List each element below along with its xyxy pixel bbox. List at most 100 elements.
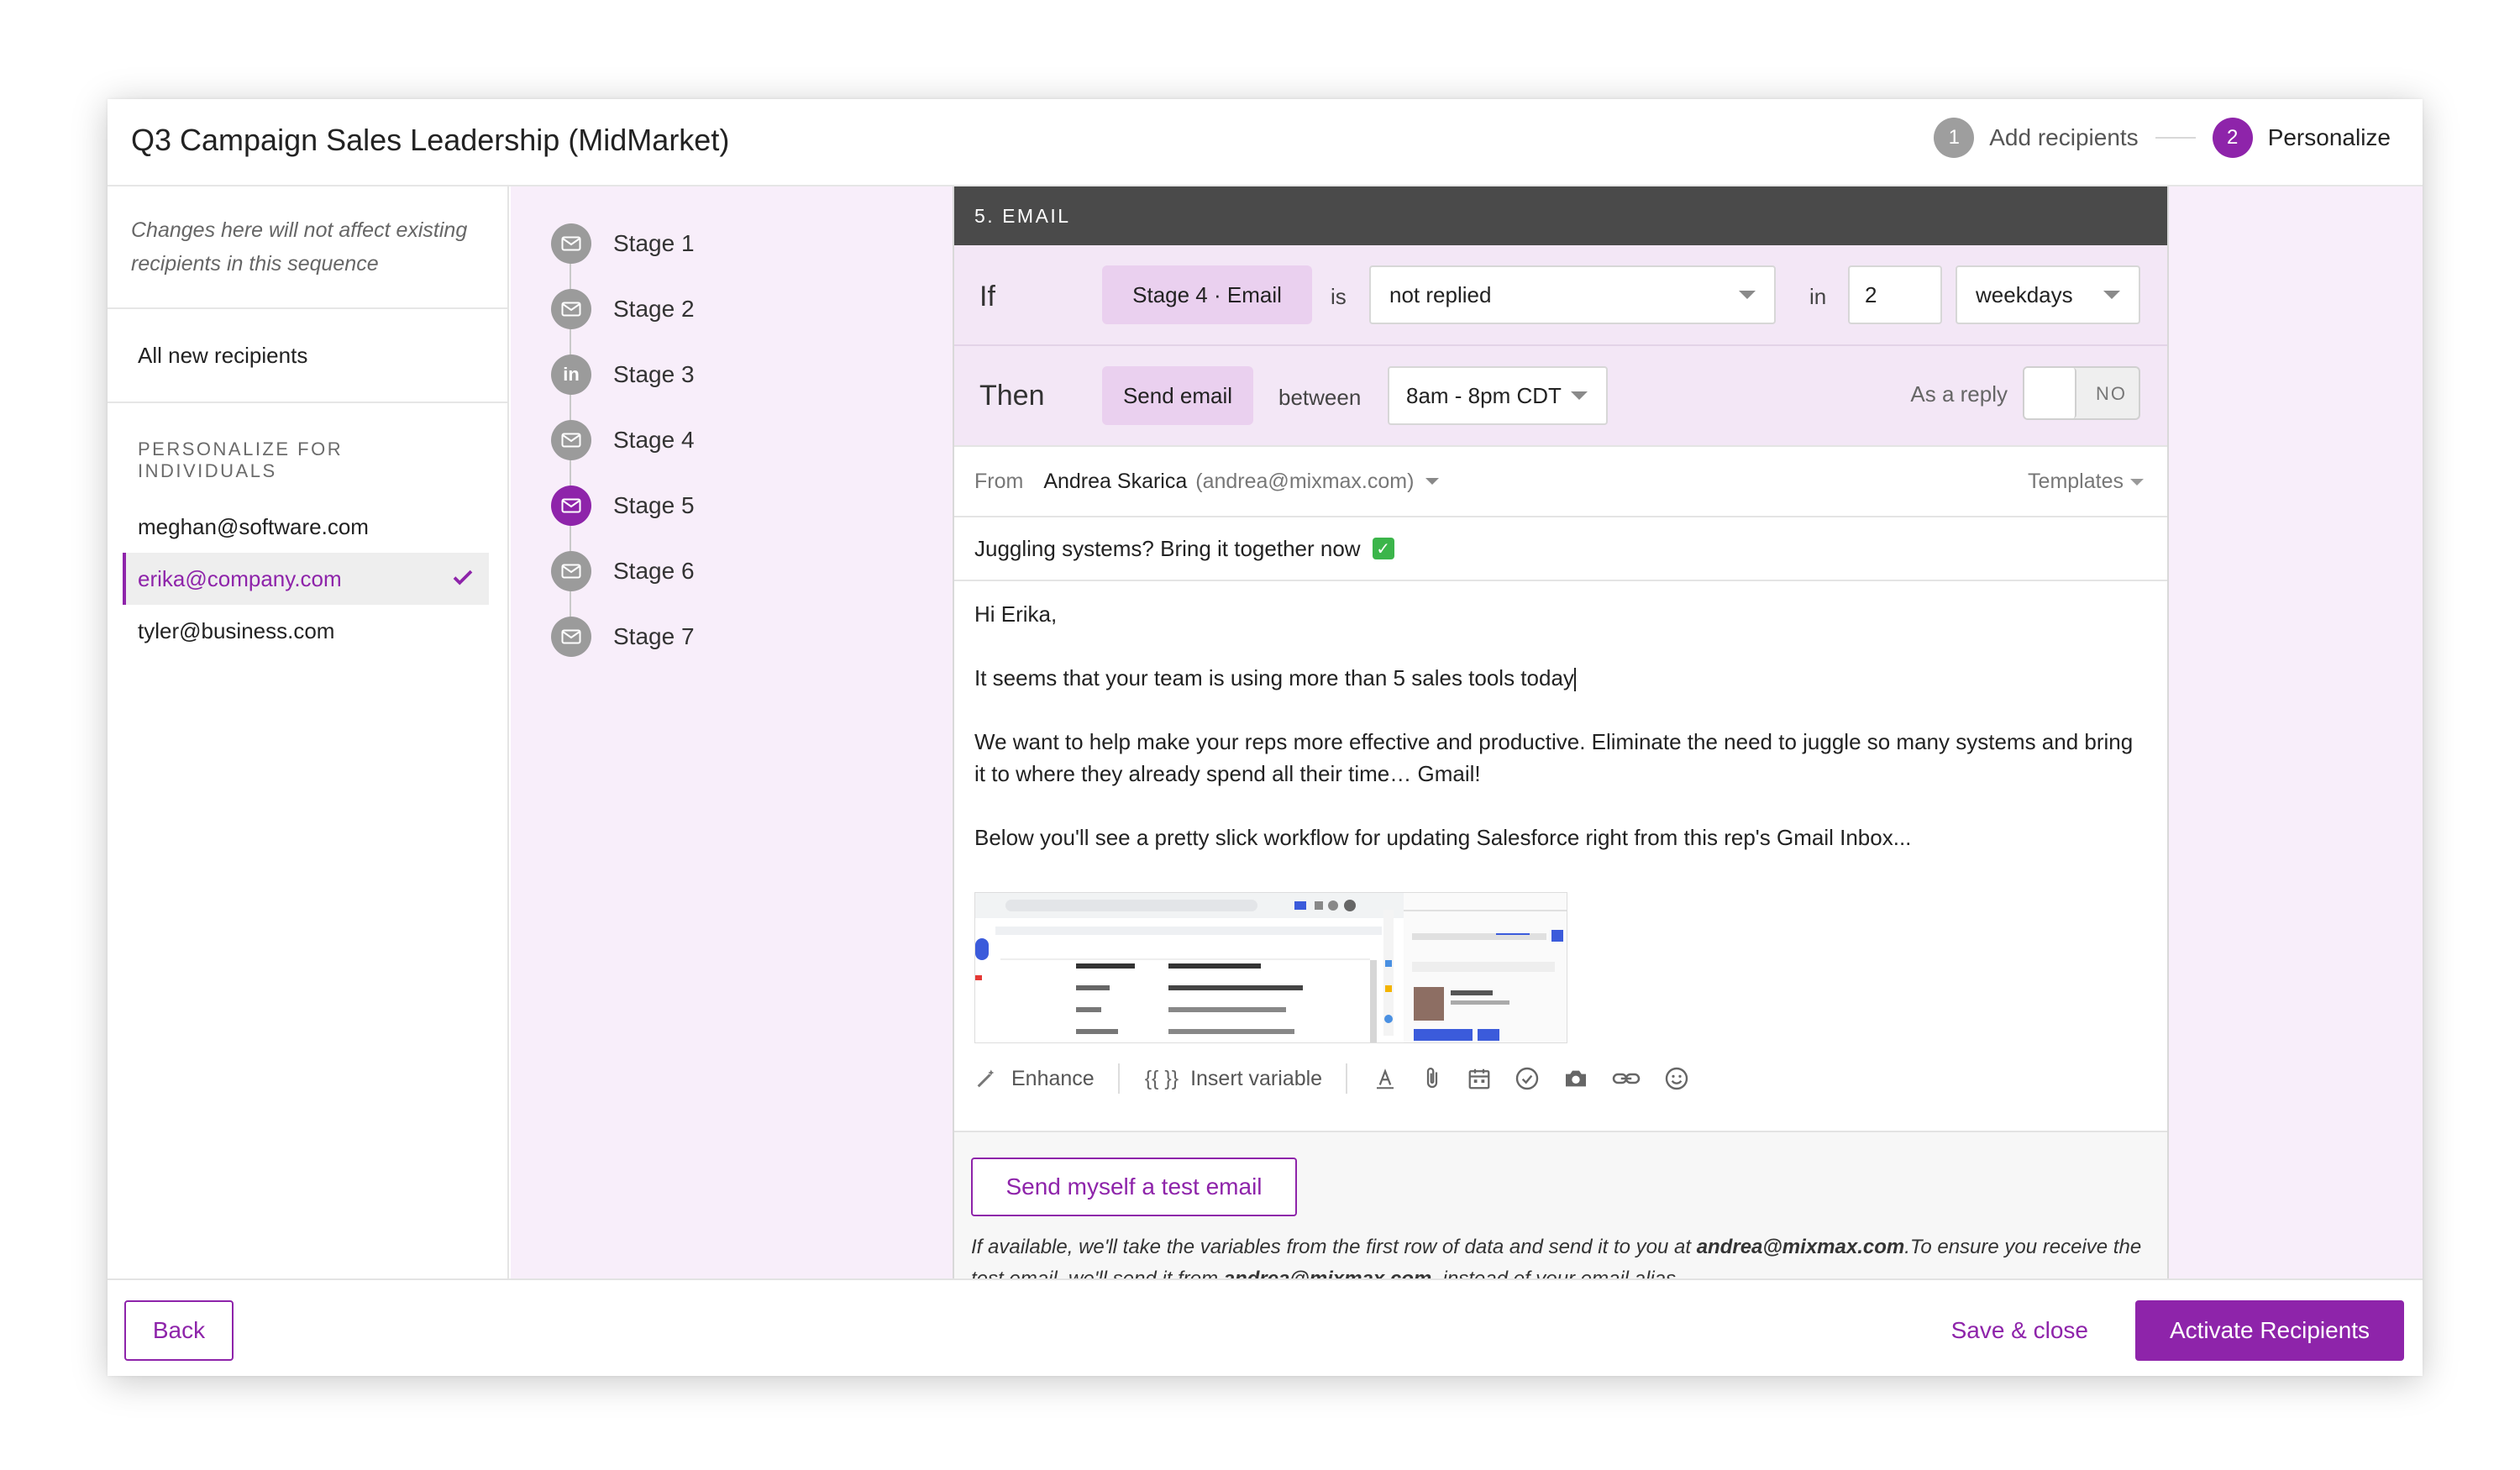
back-button[interactable]: Back: [124, 1300, 234, 1361]
camera-icon[interactable]: [1562, 1065, 1589, 1092]
variable-braces-icon: {{ }}: [1144, 1066, 1179, 1090]
step-add-recipients[interactable]: Add recipients: [1989, 124, 2138, 151]
test-note-text: If available, we'll take the variables f…: [971, 1236, 1697, 1258]
enhance-button[interactable]: Enhance: [974, 1067, 1095, 1091]
condition-select[interactable]: not replied: [1369, 265, 1776, 324]
check-circle-icon[interactable]: [1514, 1065, 1541, 1092]
stage-item-4[interactable]: Stage 4: [551, 420, 695, 460]
mail-icon: [551, 223, 591, 264]
if-label: If: [979, 281, 995, 312]
body-greeting: Hi Erika,: [974, 601, 1058, 627]
mail-icon: [551, 617, 591, 657]
stage-label: Stage 4: [613, 427, 695, 453]
emoji-icon[interactable]: [1663, 1065, 1690, 1092]
body-paragraph-3: Below you'll see a pretty slick workflow…: [974, 825, 1912, 850]
stepper: 1 Add recipients 2 Personalize: [1934, 118, 2391, 158]
mail-icon: [551, 289, 591, 329]
step-personalize[interactable]: Personalize: [2268, 124, 2391, 151]
dialog-header: Q3 Campaign Sales Leadership (MidMarket)…: [108, 99, 2423, 186]
save-and-close-button[interactable]: Save & close: [1951, 1317, 2088, 1344]
stages-list: Stage 1 Stage 2 in Stage 3 Stage 4 Stage…: [511, 186, 961, 1278]
toolbar-divider: [1346, 1063, 1348, 1094]
in-label: in: [1809, 284, 1827, 309]
dialog-footer: Back Save & close Activate Recipients: [108, 1278, 2423, 1376]
chevron-down-icon: [2103, 291, 2120, 299]
body-paragraph-2: We want to help make your reps more effe…: [974, 729, 2134, 786]
chevron-down-icon: [1571, 391, 1588, 400]
linkedin-icon: in: [551, 354, 591, 395]
templates-dropdown[interactable]: Templates: [2028, 470, 2124, 494]
send-test-email-button[interactable]: Send myself a test email: [971, 1158, 1297, 1216]
mail-icon: [551, 551, 591, 591]
check-mark-emoji-icon: ✓: [1372, 538, 1394, 559]
stage-label: Stage 2: [613, 296, 695, 322]
stage-item-7[interactable]: Stage 7: [551, 617, 695, 657]
personalize-dialog: Q3 Campaign Sales Leadership (MidMarket)…: [108, 99, 2423, 1376]
personalize-heading: PERSONALIZE FOR INDIVIDUALS: [138, 438, 344, 481]
insert-variable-label: Insert variable: [1190, 1066, 1323, 1090]
recipients-sidebar: Changes here will not affect existing re…: [108, 186, 509, 1278]
chevron-down-icon: [1739, 291, 1756, 299]
chevron-down-icon[interactable]: [2130, 479, 2144, 486]
text-format-icon[interactable]: [1373, 1066, 1398, 1091]
editor-toolbar: Enhance {{ }} Insert variable: [974, 1053, 1712, 1104]
chevron-down-icon[interactable]: [1425, 478, 1440, 485]
is-label: is: [1331, 284, 1347, 309]
send-window-value: 8am - 8pm CDT: [1406, 382, 1562, 408]
gmail-screenshot-image[interactable]: [974, 892, 1567, 1043]
recipient-item[interactable]: tyler@business.com: [123, 605, 489, 657]
send-email-pill[interactable]: Send email: [1102, 366, 1253, 425]
panel-title: 5. EMAIL: [954, 186, 2167, 245]
calendar-icon[interactable]: [1467, 1066, 1492, 1091]
days-unit-select[interactable]: weekdays: [1956, 265, 2140, 324]
stage-label: Stage 6: [613, 558, 695, 584]
toggle-state: NO: [2096, 383, 2127, 404]
email-body-editor[interactable]: Hi Erika, It seems that your team is usi…: [954, 581, 2167, 853]
recipient-item-selected[interactable]: erika@company.com: [123, 553, 489, 605]
stage-reference-pill[interactable]: Stage 4 · Email: [1102, 265, 1312, 324]
stage-item-3[interactable]: in Stage 3: [551, 354, 695, 395]
all-new-recipients-item[interactable]: All new recipients: [108, 309, 507, 403]
recipient-email: erika@company.com: [138, 565, 342, 591]
recipient-item[interactable]: meghan@software.com: [123, 501, 489, 553]
recipient-email: meghan@software.com: [138, 513, 369, 539]
stage-item-6[interactable]: Stage 6: [551, 551, 695, 591]
stage-label: Stage 3: [613, 361, 695, 387]
stage-item-5-active[interactable]: Stage 5: [551, 486, 695, 526]
from-name[interactable]: Andrea Skarica: [1043, 470, 1187, 494]
link-icon[interactable]: [1611, 1066, 1641, 1091]
days-count-value: 2: [1865, 281, 1877, 307]
send-window-select[interactable]: 8am - 8pm CDT: [1388, 366, 1608, 425]
test-note-email: andrea@mixmax.com: [1696, 1236, 1905, 1258]
subject-field[interactable]: Juggling systems? Bring it together now …: [954, 517, 2167, 581]
if-condition-row: If Stage 4 · Email is not replied in 2 w…: [954, 245, 2167, 346]
step-2-number[interactable]: 2: [2212, 118, 2253, 158]
subject-text: Juggling systems? Bring it together now: [974, 535, 1361, 561]
recipient-email: tyler@business.com: [138, 617, 335, 643]
body-paragraph-1: It seems that your team is using more th…: [974, 665, 1574, 690]
from-row: From Andrea Skarica (andrea@mixmax.com) …: [954, 447, 2167, 517]
condition-value: not replied: [1389, 281, 1492, 307]
as-reply-label: As a reply: [1910, 381, 2008, 407]
test-email-section: Send myself a test email If available, w…: [954, 1131, 2167, 1290]
stage-item-2[interactable]: Stage 2: [551, 289, 695, 329]
enhance-label: Enhance: [1011, 1066, 1095, 1090]
insert-variable-button[interactable]: {{ }} Insert variable: [1145, 1067, 1322, 1091]
then-action-row: Then Send email between 8am - 8pm CDT As…: [954, 346, 2167, 447]
toolbar-divider: [1117, 1063, 1120, 1094]
paperclip-icon[interactable]: [1420, 1066, 1445, 1091]
activate-recipients-button[interactable]: Activate Recipients: [2135, 1300, 2404, 1361]
step-divider: [2155, 137, 2196, 139]
from-email[interactable]: (andrea@mixmax.com): [1195, 470, 1414, 494]
stage-item-1[interactable]: Stage 1: [551, 223, 695, 264]
stage-label: Stage 5: [613, 492, 695, 518]
page-title: Q3 Campaign Sales Leadership (MidMarket): [131, 123, 730, 157]
sidebar-note: Changes here will not affect existing re…: [108, 186, 507, 309]
from-label: From: [974, 469, 1024, 493]
days-unit-value: weekdays: [1976, 281, 2073, 307]
days-count-input[interactable]: 2: [1848, 265, 1942, 324]
stage-label: Stage 1: [613, 230, 695, 256]
between-label: between: [1278, 385, 1362, 410]
step-1-number[interactable]: 1: [1934, 118, 1975, 158]
as-reply-toggle[interactable]: NO: [2023, 366, 2140, 420]
